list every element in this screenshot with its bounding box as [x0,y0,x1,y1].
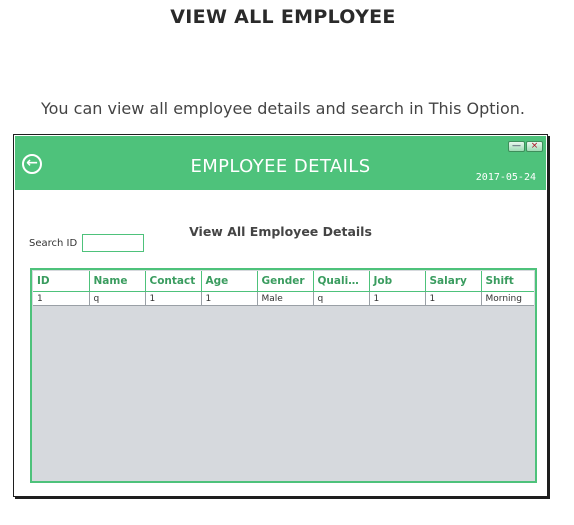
column-header-gender[interactable]: Gender [257,271,314,292]
employee-table: ID Name Contact Age Gender Qualifi... Jo… [30,268,537,483]
minimize-button[interactable]: — [508,141,525,152]
cell-gender[interactable]: Male [257,291,314,306]
cell-name[interactable]: q [89,291,146,306]
close-button[interactable]: × [526,141,543,152]
cell-qualification[interactable]: q [313,291,370,306]
column-header-qualification[interactable]: Qualifi... [313,271,370,292]
employee-details-window: ← EMPLOYEE DETAILS 2017-05-24 — × View A… [13,134,548,497]
column-header-age[interactable]: Age [201,271,258,292]
column-header-name[interactable]: Name [89,271,146,292]
table-row[interactable]: 1 q 1 1 Male q 1 1 Morning [33,291,534,306]
page-description: You can view all employee details and se… [40,99,525,118]
app-title: EMPLOYEE DETAILS [190,156,371,177]
column-header-job[interactable]: Job [369,271,426,292]
table-viewport[interactable]: ID Name Contact Age Gender Qualifi... Jo… [33,271,534,480]
cell-age[interactable]: 1 [201,291,258,306]
column-header-salary[interactable]: Salary [425,271,482,292]
table-header-row: ID Name Contact Age Gender Qualifi... Jo… [33,271,534,292]
cell-salary[interactable]: 1 [425,291,482,306]
page-heading: VIEW ALL EMPLOYEE [170,6,396,28]
current-date: 2017-05-24 [475,172,536,183]
column-header-shift[interactable]: Shift [481,271,534,292]
app-header: ← EMPLOYEE DETAILS 2017-05-24 — × [15,136,546,190]
cell-contact[interactable]: 1 [145,291,202,306]
column-header-contact[interactable]: Contact [145,271,202,292]
search-id-label: Search ID [29,238,78,249]
employee-grid: ID Name Contact Age Gender Qualifi... Jo… [33,271,534,306]
search-id-input[interactable] [82,234,144,252]
cell-job[interactable]: 1 [369,291,426,306]
cell-shift[interactable]: Morning [481,291,534,306]
cell-id[interactable]: 1 [33,291,90,306]
column-header-id[interactable]: ID [33,271,90,292]
